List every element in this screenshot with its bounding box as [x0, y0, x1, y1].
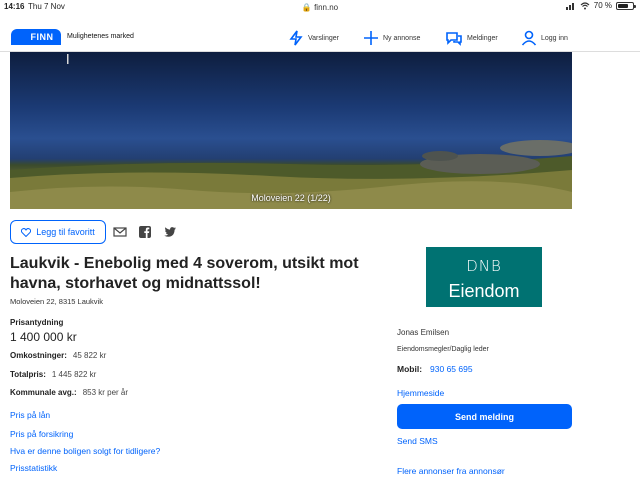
- twitter-icon[interactable]: [163, 225, 177, 239]
- battery-icon: [616, 1, 636, 10]
- mail-icon[interactable]: [113, 225, 127, 239]
- send-sms-link[interactable]: Send SMS: [397, 436, 438, 446]
- mobile-number-link[interactable]: 930 65 695: [430, 364, 473, 374]
- status-bar: 14:16 Thu 7 Nov 🔒 finn.no 70 %: [0, 0, 640, 12]
- cost-value: 45 822 kr: [72, 351, 107, 360]
- bolt-icon: [289, 30, 303, 46]
- plus-icon: [364, 31, 378, 45]
- brand-line-2: Eiendom: [448, 281, 520, 301]
- nav-label: Varslinger: [308, 34, 339, 42]
- cost-row: Kommunale avg.: 853 kr per år: [10, 388, 128, 397]
- nav-meldinger[interactable]: Meldinger: [445, 28, 498, 48]
- nav-logg-inn[interactable]: Logg inn: [521, 28, 568, 48]
- dnb-eiendom-logo[interactable]: DNB Eiendom: [426, 247, 542, 307]
- send-message-button[interactable]: Send melding: [397, 404, 572, 429]
- insurance-price-link[interactable]: Pris på forsikring: [10, 429, 73, 439]
- heart-icon: [21, 227, 32, 237]
- cost-value: 853 kr per år: [82, 388, 129, 397]
- battery-percent: 70 %: [593, 1, 612, 10]
- photo-caption: Moloveien 22 (1/22): [251, 193, 331, 203]
- site-header: FINN Mulighetenes marked Varslinger Ny a…: [0, 12, 640, 52]
- mobile-label: Mobil:: [397, 364, 423, 374]
- listing-photo[interactable]: Moloveien 22 (1/22): [10, 52, 572, 209]
- cost-label: Totalpris:: [10, 370, 46, 379]
- more-ads-link[interactable]: Flere annonser fra annonsør: [397, 466, 505, 476]
- address-url: finn.no: [314, 3, 339, 12]
- cost-label: Kommunale avg.:: [10, 388, 77, 397]
- nav-label: Ny annonse: [383, 34, 421, 42]
- lock-icon: 🔒: [301, 3, 312, 12]
- user-icon: [521, 30, 537, 46]
- homepage-link[interactable]: Hjemmeside: [397, 388, 444, 398]
- agent-name: Jonas Emilsen: [397, 328, 450, 337]
- status-indicators: 70 %: [565, 1, 636, 10]
- nav-label: Logg inn: [541, 34, 568, 42]
- photo-scene: [10, 54, 572, 209]
- sold-history-link[interactable]: Hva er denne boligen solgt for tidligere…: [10, 446, 160, 456]
- address-bar[interactable]: 🔒 finn.no: [0, 3, 640, 12]
- facebook-icon[interactable]: [138, 225, 152, 239]
- wifi-icon: [580, 1, 590, 9]
- price-statistics-link[interactable]: Prisstatistikk: [10, 463, 57, 473]
- cost-row: Omkostninger: 45 822 kr: [10, 351, 106, 360]
- nav-ny-annonse[interactable]: Ny annonse: [363, 28, 420, 48]
- favorite-label: Legg til favoritt: [36, 227, 95, 237]
- add-favorite-button[interactable]: Legg til favoritt: [10, 220, 106, 244]
- listing-title: Laukvik - Enebolig med 4 soverom, utsikt…: [10, 255, 359, 292]
- cost-value: 1 445 822 kr: [51, 370, 97, 379]
- nav-varslinger[interactable]: Varslinger: [288, 28, 339, 48]
- agent-role: Eiendomsmegler/Daglig leder: [397, 346, 489, 353]
- brand-line-1: DNB: [466, 257, 502, 275]
- agent-mobile: Mobil: 930 65 695: [397, 364, 473, 374]
- cost-row: Totalpris: 1 445 822 kr: [10, 370, 96, 379]
- chat-icon: [446, 32, 462, 46]
- cost-label: Omkostninger:: [10, 351, 67, 360]
- signal-icon: [565, 2, 574, 10]
- price-value: 1 400 000 kr: [10, 330, 77, 344]
- listing-address: Moloveien 22, 8315 Laukvik: [10, 297, 103, 306]
- finn-logo[interactable]: FINN: [11, 29, 61, 45]
- tagline: Mulighetenes marked: [67, 33, 134, 40]
- nav-label: Meldinger: [467, 34, 498, 42]
- logo-text: FINN: [23, 29, 61, 45]
- price-label: Prisantydning: [10, 318, 64, 327]
- loan-price-link[interactable]: Pris på lån: [10, 410, 50, 420]
